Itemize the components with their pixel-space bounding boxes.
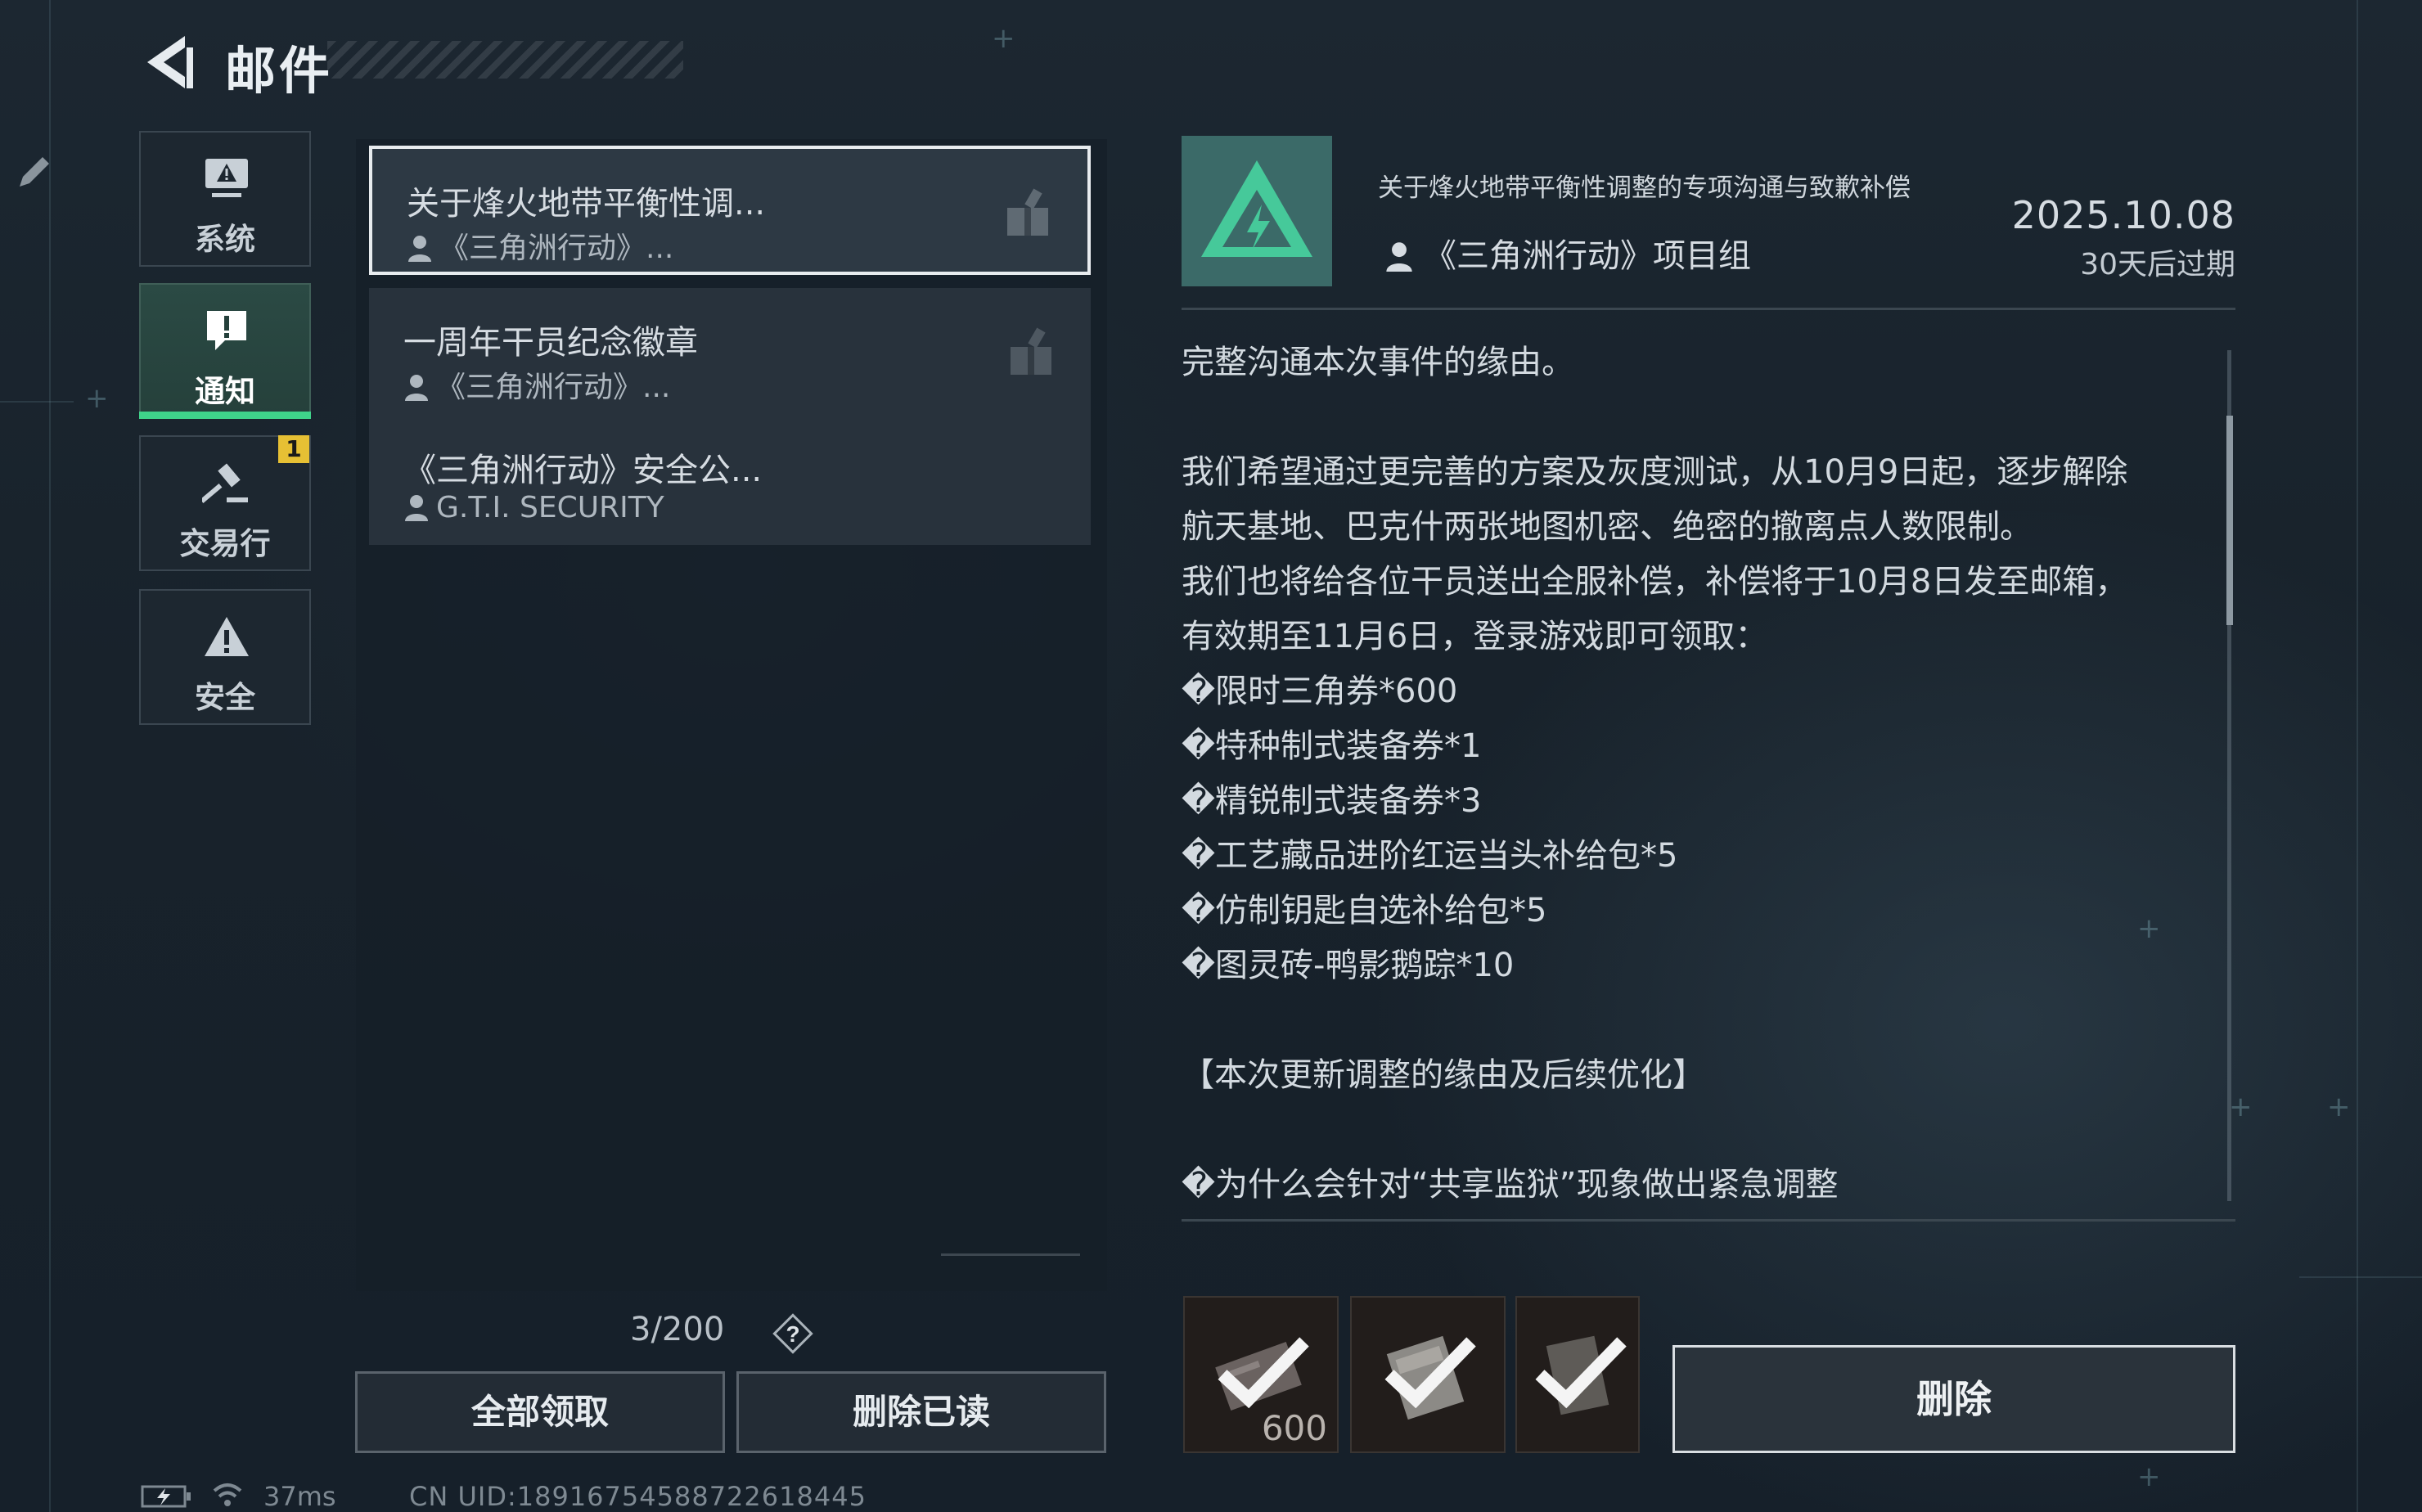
reward-item[interactable] [1350, 1296, 1506, 1453]
exclamation-icon [207, 311, 246, 350]
reward-item[interactable] [1515, 1296, 1640, 1453]
reward-item[interactable]: 600 [1183, 1296, 1339, 1453]
decor-line [2357, 0, 2358, 1512]
page-title: 邮件 [225, 41, 334, 101]
mail-title: 一周年干员纪念徽章 [403, 324, 698, 362]
check-icon [1218, 1337, 1309, 1409]
detail-sender-name: 《三角洲行动》项目组 [1424, 237, 1751, 275]
monitor-alert-icon [205, 159, 248, 197]
person-icon [405, 375, 428, 401]
warning-triangle-icon [205, 617, 249, 656]
body-line [1182, 993, 2214, 1048]
decor-cross: + [2229, 1091, 2253, 1123]
ping-readout: 37ms [263, 1481, 336, 1512]
decor-line [0, 401, 74, 403]
decor-line [941, 1253, 1080, 1256]
person-icon [405, 495, 428, 521]
mail-body: 完整沟通本次事件的缘由。 我们希望通过更完善的方案及灰度测试，从10月9日起，逐… [1182, 335, 2214, 1211]
mail-sender: G.T.I. SECURITY [403, 491, 664, 524]
body-line: 我们也将给各位干员送出全服补偿，补偿将于10月8日发至邮箱， [1182, 563, 2128, 601]
mail-item[interactable]: 一周年干员纪念徽章 《三角洲行动》... [369, 288, 1091, 417]
divider [1182, 308, 2235, 310]
title-stripe-decor [327, 41, 683, 79]
check-icon [1384, 1337, 1476, 1409]
category-label-system: 系统 [195, 222, 255, 257]
body-line: �精锐制式装备券*3 [1182, 782, 1482, 820]
decor-line [49, 0, 51, 1512]
mail-expiry: 30天后过期 [2080, 248, 2235, 281]
help-icon[interactable]: ? [772, 1312, 814, 1355]
decor-cross: + [2137, 1460, 2161, 1493]
decor-cross: + [992, 22, 1015, 55]
mail-sender: 《三角洲行动》... [407, 224, 673, 267]
delete-button[interactable]: 删除 [1672, 1345, 2235, 1453]
mail-count: 3/200 [630, 1311, 725, 1348]
body-line: 【本次更新调整的缘由及后续优化】 [1182, 1056, 1705, 1094]
category-tab-notice[interactable]: 通知 [139, 283, 311, 419]
reward-quantity: 600 [1261, 1408, 1327, 1448]
body-line: �限时三角券*600 [1182, 673, 1458, 710]
gavel-icon [202, 463, 248, 503]
body-line: 有效期至11月6日，登录游戏即可领取： [1182, 618, 1768, 655]
scrollbar-thumb[interactable] [2226, 416, 2233, 625]
body-line: 航天基地、巴克什两张地图机密、绝密的撤离点人数限制。 [1182, 508, 2033, 546]
category-tab-security[interactable]: 安全 [139, 589, 311, 725]
trade-count-badge: 1 [278, 435, 309, 463]
category-label-security: 安全 [195, 680, 255, 715]
mail-item[interactable]: 《三角洲行动》安全公... G.T.I. SECURITY [369, 416, 1091, 545]
body-line: �工艺藏品进阶红运当头补给包*5 [1182, 837, 1678, 875]
mail-sender-name: 《三角洲行动》... [439, 232, 674, 265]
body-line: �为什么会针对“共享监狱”现象做出紧急调整 [1182, 1166, 1839, 1204]
battery-charging-icon [141, 1484, 191, 1509]
sender-logo [1182, 136, 1332, 286]
mail-subject: 关于烽火地带平衡性调整的专项沟通与致歉补偿 [1378, 173, 1911, 203]
decor-line [2299, 1276, 2422, 1278]
body-line: 完整沟通本次事件的缘由。 [1182, 344, 1574, 381]
detail-sender: 《三角洲行动》项目组 [1384, 229, 1751, 277]
user-uid: CN UID:18916754588722618445 [409, 1481, 867, 1512]
mail-sender-name: 《三角洲行动》... [436, 371, 671, 404]
claim-all-button[interactable]: 全部领取 [355, 1371, 725, 1453]
category-label-notice: 通知 [195, 374, 255, 409]
body-line [1182, 390, 2214, 445]
delete-read-button[interactable]: 删除已读 [736, 1371, 1106, 1453]
gift-icon [1007, 188, 1048, 236]
mail-title: 《三角洲行动》安全公... [403, 452, 763, 489]
person-icon [1386, 242, 1412, 272]
body-line: �仿制钥匙自选补给包*5 [1182, 892, 1547, 929]
decor-cross: + [85, 382, 109, 415]
body-line: �图灵砖-鸭影鹅踪*10 [1182, 947, 1515, 984]
chevron-left-icon [147, 36, 193, 88]
decor-cross: + [2327, 1091, 2351, 1123]
body-line: �特种制式装备券*1 [1182, 727, 1482, 765]
divider [1182, 1219, 2235, 1222]
pencil-icon[interactable] [13, 152, 54, 193]
svg-text:?: ? [786, 1321, 799, 1347]
category-label-trade: 交易行 [179, 526, 271, 561]
gift-icon [1011, 327, 1051, 375]
mail-sender: 《三角洲行动》... [403, 363, 670, 406]
back-button[interactable] [137, 29, 203, 95]
person-icon [408, 236, 431, 262]
wifi-icon [211, 1479, 244, 1509]
check-icon [1535, 1337, 1627, 1409]
body-line: 我们希望通过更完善的方案及灰度测试，从10月9日起，逐步解除 [1182, 453, 2128, 491]
mail-item[interactable]: 关于烽火地带平衡性调... 《三角洲行动》... [369, 146, 1091, 275]
body-line [1182, 1103, 2214, 1158]
mail-date: 2025.10.08 [2011, 193, 2235, 237]
mail-sender-name: G.T.I. SECURITY [436, 491, 664, 524]
mail-title: 关于烽火地带平衡性调... [407, 185, 766, 223]
category-tab-system[interactable]: 系统 [139, 131, 311, 267]
